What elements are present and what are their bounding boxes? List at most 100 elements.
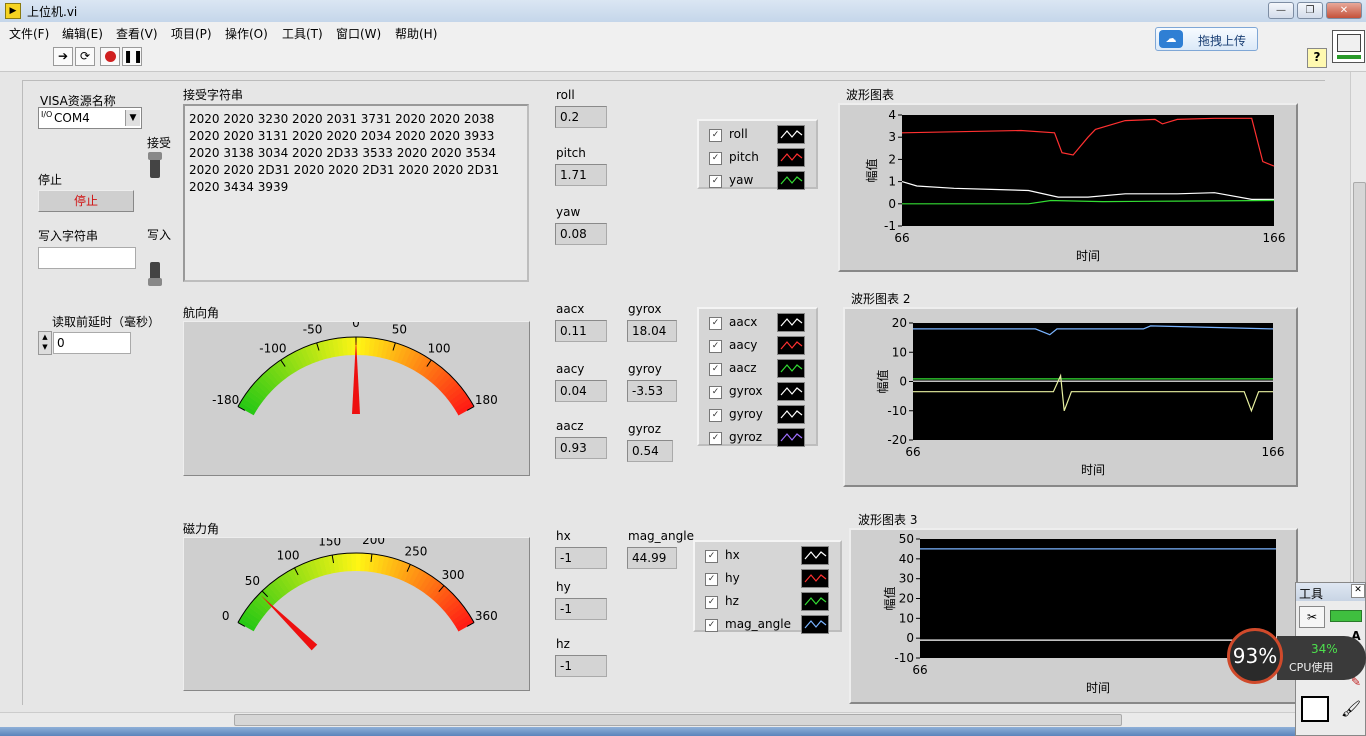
magnetic-gauge: 0 50 100 150 200 250 300 360 xyxy=(183,533,530,736)
read-delay-input[interactable]: 0 xyxy=(53,332,131,354)
menu-project[interactable]: 项目(P) xyxy=(171,25,212,42)
menu-help[interactable]: 帮助(H) xyxy=(395,25,437,42)
abort-button[interactable] xyxy=(100,47,120,66)
close-button[interactable]: ✕ xyxy=(1326,2,1362,19)
aacy-label: aacy xyxy=(556,362,585,376)
menu-window[interactable]: 窗口(W) xyxy=(336,25,381,42)
title-bar: ▶ 上位机.vi — ❐ ✕ xyxy=(0,0,1366,23)
plot-swatch-icon[interactable] xyxy=(777,428,805,447)
write-string-label: 写入字符串 xyxy=(38,229,99,243)
y-tick-label: -10 xyxy=(887,404,907,418)
y-tick-label: -10 xyxy=(894,651,914,665)
cpu-meter[interactable]: 34% CPU使用 93% xyxy=(1227,628,1366,686)
mag-angle-label: mag_angle xyxy=(628,529,694,543)
gauge-tick-label: 100 xyxy=(277,548,300,562)
gauge-tick-label: 0 xyxy=(222,609,230,623)
close-icon[interactable]: ✕ xyxy=(1351,584,1365,598)
plot-swatch-icon[interactable] xyxy=(777,405,805,424)
plot-swatch-icon[interactable] xyxy=(777,336,805,355)
legend-label: pitch xyxy=(729,150,759,164)
receive-toggle-switch[interactable] xyxy=(148,152,162,180)
context-help-button[interactable]: ? xyxy=(1307,48,1327,68)
x-axis-label: 时间 xyxy=(1081,463,1105,477)
auto-tool-icon[interactable]: ✂ xyxy=(1299,606,1325,628)
chart2-svg: 20 10 0 -10 -2066 166 时间 幅值 xyxy=(875,316,1284,477)
write-string-input[interactable] xyxy=(38,247,136,269)
brush-icon[interactable]: 🖌 xyxy=(1340,699,1362,723)
legend-checkbox[interactable]: ✓ xyxy=(709,152,722,165)
legend-label: gyroz xyxy=(729,430,763,444)
menu-view[interactable]: 查看(V) xyxy=(116,25,158,42)
legend-checkbox[interactable]: ✓ xyxy=(709,317,722,330)
y-tick-label: 3 xyxy=(888,130,896,144)
chart2-legend: ✓ aacx ✓ aacy ✓ aacz ✓ gyrox ✓ gyroy ✓ gyroz xyxy=(697,307,818,447)
vertical-scroll-thumb[interactable] xyxy=(1353,182,1366,604)
received-string-label: 接受字符串 xyxy=(183,88,244,102)
delay-stepper[interactable]: ▲ ▼ xyxy=(38,331,52,355)
auto-tool-indicator xyxy=(1330,610,1362,622)
plot-swatch-icon[interactable] xyxy=(777,382,805,401)
run-arrow-button[interactable]: ➔ xyxy=(53,47,73,66)
legend-checkbox[interactable]: ✓ xyxy=(709,363,722,376)
y-tick-label: 0 xyxy=(888,197,896,211)
y-tick-label: -20 xyxy=(887,433,907,447)
hz-label: hz xyxy=(556,637,570,651)
horizontal-scrollbar[interactable] xyxy=(0,712,1350,727)
labview-vi-icon: ▶ xyxy=(5,3,21,19)
legend-label: roll xyxy=(729,127,748,141)
magnetic-gauge-svg: 0 50 100 150 200 250 300 360 xyxy=(222,533,498,736)
y-tick-label: 1 xyxy=(888,175,896,189)
gauge-tick-label: 0 xyxy=(352,322,360,330)
hx-indicator: -1 xyxy=(555,547,607,569)
magnetic-gauge-label: 磁力角 xyxy=(183,522,220,536)
restore-button[interactable]: ❐ xyxy=(1297,2,1323,19)
stop-button[interactable]: 停止 xyxy=(38,190,134,212)
legend-label: gyroy xyxy=(729,407,763,421)
horizontal-scroll-thumb[interactable] xyxy=(234,714,1122,726)
plot-swatch-icon[interactable] xyxy=(801,569,829,588)
gauge-tick-label: -180 xyxy=(212,393,239,407)
tools-palette-title: 工具 xyxy=(1299,587,1324,601)
roll-indicator: 0.2 xyxy=(555,106,607,128)
plot-swatch-icon[interactable] xyxy=(801,615,829,634)
x-tick-label: 166 xyxy=(1263,231,1286,245)
drag-upload-button[interactable]: ☁ 拖拽上传 xyxy=(1155,27,1258,51)
legend-checkbox[interactable]: ✓ xyxy=(705,619,718,632)
minimize-button[interactable]: — xyxy=(1268,2,1294,19)
menu-tools[interactable]: 工具(T) xyxy=(282,25,323,42)
legend-label: hz xyxy=(725,594,739,608)
write-switch-label: 写入 xyxy=(147,228,172,242)
aacx-label: aacx xyxy=(556,302,585,316)
menu-edit[interactable]: 编辑(E) xyxy=(62,25,103,42)
mag-angle-indicator: 44.99 xyxy=(627,547,677,569)
y-axis-label: 幅值 xyxy=(882,586,897,610)
plot-swatch-icon[interactable] xyxy=(777,148,805,167)
plot-swatch-icon[interactable] xyxy=(801,546,829,565)
legend-checkbox[interactable]: ✓ xyxy=(709,129,722,142)
plot-swatch-icon[interactable] xyxy=(777,171,805,190)
pause-button[interactable]: ❚❚ xyxy=(122,47,143,66)
plot-swatch-icon[interactable] xyxy=(801,592,829,611)
legend-checkbox[interactable]: ✓ xyxy=(709,432,722,445)
legend-checkbox[interactable]: ✓ xyxy=(709,409,722,422)
menu-file[interactable]: 文件(F) xyxy=(9,25,49,42)
write-toggle-switch[interactable] xyxy=(148,258,162,286)
visa-resource-select[interactable]: I/O COM4 ▼ xyxy=(38,107,142,129)
cpu-meter-panel: 34% CPU使用 xyxy=(1277,636,1366,680)
stop-label: 停止 xyxy=(38,173,63,187)
legend-checkbox[interactable]: ✓ xyxy=(705,573,718,586)
plot-swatch-icon[interactable] xyxy=(777,125,805,144)
legend-checkbox[interactable]: ✓ xyxy=(709,386,722,399)
plot-swatch-icon[interactable] xyxy=(777,359,805,378)
legend-checkbox[interactable]: ✓ xyxy=(705,550,718,563)
legend-checkbox[interactable]: ✓ xyxy=(709,340,722,353)
menu-operate[interactable]: 操作(O) xyxy=(225,25,268,42)
legend-checkbox[interactable]: ✓ xyxy=(709,175,722,188)
legend-checkbox[interactable]: ✓ xyxy=(705,596,718,609)
plot-swatch-icon[interactable] xyxy=(777,313,805,332)
run-continuously-button[interactable]: ⟳ xyxy=(75,47,95,66)
window-title: 上位机.vi xyxy=(27,5,78,19)
color-swatch-icon[interactable] xyxy=(1301,696,1329,722)
chevron-down-icon[interactable]: ▼ xyxy=(125,110,140,126)
gauge-tick-label: 100 xyxy=(428,341,451,355)
